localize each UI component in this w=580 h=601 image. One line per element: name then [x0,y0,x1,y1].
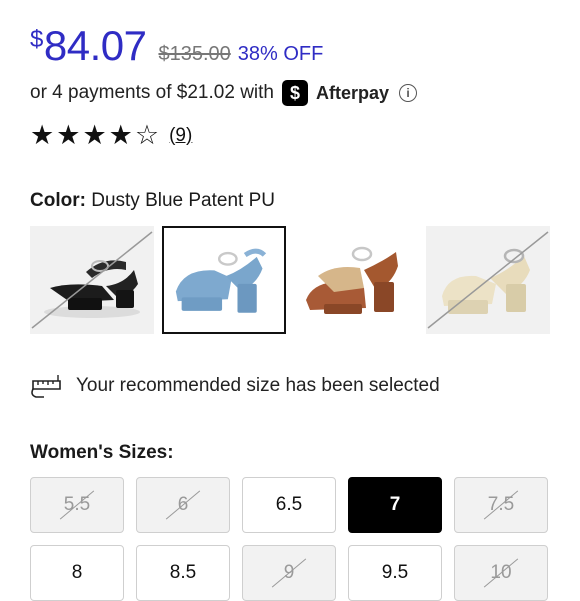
size-label: 7 [389,494,401,515]
star-filled-icon: ★ [30,120,55,150]
star-filled-icon: ★ [56,120,81,150]
color-value: Dusty Blue Patent PU [91,190,275,211]
afterpay-logo-icon: $ [281,80,308,106]
afterpay-text: or 4 payments of $21.02 with [30,82,274,103]
size-label: 6.5 [275,494,303,515]
swatch-dusty-blue[interactable] [162,226,286,334]
star-empty-icon: ☆ [134,120,160,150]
size-label: 5.5 [63,494,91,515]
size-label: 9 [283,562,295,583]
star-filled-icon: ★ [108,120,133,150]
size-label: 6 [177,494,189,515]
rating-row: ★ ★ ★ ★ ☆ (9) [30,122,192,149]
size-label: 9.5 [381,562,409,583]
original-price: $135.00 [158,43,231,65]
measuring-tape-icon [31,375,61,398]
size-button-9[interactable]: 9 [242,545,336,601]
swatch-black[interactable] [30,226,154,334]
size-button-6[interactable]: 6 [136,477,230,533]
swatch-cream[interactable] [426,226,550,334]
price-row: $84.07 $135.00 38% OFF [30,22,323,70]
size-button-8-5[interactable]: 8.5 [136,545,230,601]
size-button-10[interactable]: 10 [454,545,548,601]
size-button-8[interactable]: 8 [30,545,124,601]
discount-badge: 38% OFF [237,43,324,65]
size-recommendation: Your recommended size has been selected [30,373,440,399]
size-label: 10 [490,562,512,583]
star-filled-icon: ★ [82,120,107,150]
info-icon[interactable]: i [399,84,418,102]
size-button-9-5[interactable]: 9.5 [348,545,442,601]
color-row: Color: Dusty Blue Patent PU [30,190,275,212]
size-button-6-5[interactable]: 6.5 [242,477,336,533]
color-swatches [30,226,550,334]
size-grid: 5.5 6 6.5 7 7.5 8 8.5 9 9.5 10 [30,477,548,601]
black-sandal-image [31,231,153,329]
sizes-title: Women's Sizes: [30,442,174,463]
size-label: 8 [71,562,83,583]
swatch-cognac[interactable] [294,226,418,334]
size-label: 8.5 [169,562,197,583]
cream-sandal-image [427,231,549,329]
dusty-blue-sandal-image [175,248,267,313]
size-button-7[interactable]: 7 [348,477,442,533]
size-button-7-5[interactable]: 7.5 [454,477,548,533]
afterpay-brand: Afterpay [315,82,390,103]
current-price: $84.07 [30,22,147,69]
star-rating: ★ ★ ★ ★ ☆ [30,122,161,149]
afterpay-row: or 4 payments of $21.02 with $ Afterpay … [30,80,418,106]
review-count-link[interactable]: (9) [169,125,192,147]
color-label: Color: [30,190,86,211]
size-button-5-5[interactable]: 5.5 [30,477,124,533]
size-note-text: Your recommended size has been selected [76,375,440,396]
size-label: 7.5 [487,494,515,515]
cognac-sandal-image [306,246,398,314]
